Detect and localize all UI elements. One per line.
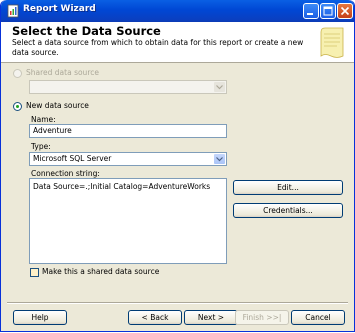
- type-value: Microsoft SQL Server: [33, 154, 112, 163]
- type-label: Type:: [31, 142, 51, 151]
- edit-button[interactable]: Edit...: [233, 180, 343, 195]
- make-shared-checkbox[interactable]: [30, 268, 39, 277]
- footer-divider: [7, 302, 348, 304]
- connection-string-label: Connection string:: [31, 169, 100, 178]
- close-icon: [340, 6, 350, 16]
- window-title: Report Wizard: [23, 4, 96, 14]
- minimize-icon: [307, 13, 313, 15]
- report-wizard-icon: [7, 4, 19, 18]
- minimize-button[interactable]: [303, 3, 319, 19]
- page-description: Select a data source from which to obtai…: [12, 38, 304, 57]
- new-data-source-label: New data source: [26, 101, 89, 110]
- finish-button[interactable]: Finish >>|: [235, 310, 289, 325]
- type-dropdown-button[interactable]: [214, 154, 225, 164]
- name-value: Adventure: [33, 126, 72, 135]
- shared-data-source-label: Shared data source: [26, 68, 99, 77]
- back-button[interactable]: < Back: [128, 310, 182, 325]
- connection-string-value: Data Source=.;Initial Catalog=AdventureW…: [33, 182, 211, 191]
- shared-dropdown-button[interactable]: [214, 82, 225, 92]
- chevron-down-icon: [216, 85, 223, 90]
- new-data-source-radio[interactable]: [13, 102, 22, 111]
- help-button[interactable]: Help: [13, 310, 67, 325]
- credentials-button[interactable]: Credentials...: [233, 203, 343, 218]
- wizard-header: Select the Data Source Select a data sou…: [1, 22, 354, 63]
- page-title: Select the Data Source: [12, 24, 161, 38]
- connection-string-textarea[interactable]: Data Source=.;Initial Catalog=AdventureW…: [29, 178, 227, 264]
- name-label: Name:: [31, 115, 56, 124]
- type-select[interactable]: Microsoft SQL Server: [29, 152, 227, 166]
- report-wizard-window: Report Wizard Select the Data Source Sel…: [0, 0, 355, 332]
- name-input[interactable]: Adventure: [29, 124, 227, 138]
- shared-data-source-radio[interactable]: [13, 69, 22, 78]
- next-button[interactable]: Next >: [184, 310, 238, 325]
- make-shared-label: Make this a shared data source: [42, 267, 160, 276]
- wizard-page-icon: [320, 27, 344, 58]
- maximize-button[interactable]: [320, 3, 336, 19]
- cancel-button[interactable]: Cancel: [291, 310, 345, 325]
- chevron-down-icon: [216, 157, 223, 162]
- title-bar[interactable]: Report Wizard: [1, 0, 354, 22]
- maximize-icon: [323, 6, 333, 16]
- shared-data-source-select[interactable]: [29, 80, 227, 94]
- close-button[interactable]: [337, 3, 353, 19]
